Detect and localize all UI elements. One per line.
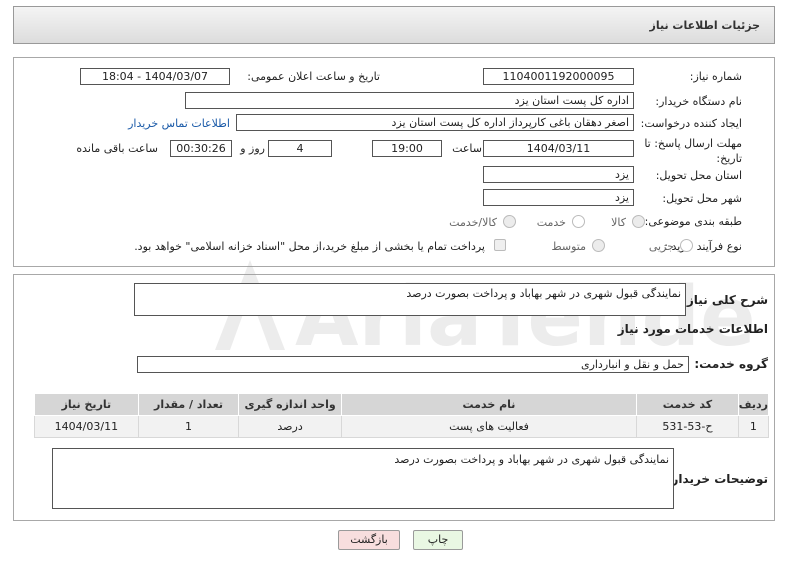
city-field: یزد [483,189,634,206]
contact-buyer-link[interactable]: اطلاعات تماس خریدار [128,117,230,130]
table-header-row: ردیف کد خدمت نام خدمت واحد اندازه گیری ت… [34,393,770,416]
buyer-org-label: نام دستگاه خریدار: [655,95,742,108]
need-number-label: شماره نیاز: [689,70,742,83]
announce-label: تاریخ و ساعت اعلان عمومی: [247,70,380,83]
col-service-name: نام خدمت [340,393,638,416]
days-label: روز و [240,142,265,155]
requester-field: اصغر دهقان باغی کارپرداز اداره کل پست اس… [236,114,634,131]
category-option-goods-service: کالا/خدمت [449,216,497,229]
col-unit: واحد اندازه گیری [238,393,342,416]
province-label: استان محل تحویل: [655,169,742,182]
cell-quantity: 1 [137,415,240,438]
cell-unit: درصد [238,415,342,438]
time-label: ساعت [452,142,482,155]
category-radio-goods-service[interactable] [503,215,516,228]
cell-row-number: 1 [737,415,770,438]
col-row-number: ردیف [737,393,770,416]
services-section-title: اطلاعات خدمات مورد نیاز [617,322,768,336]
col-need-date: تاریخ نیاز [34,393,139,416]
city-label: شهر محل تحویل: [662,192,742,205]
page-title: جزئیات اطلاعات نیاز [649,19,761,32]
buyer-org-field: اداره کل پست استان یزد [185,92,634,109]
deadline-time-field: 19:00 [372,140,442,157]
announce-field: 1404/03/07 - 18:04 [80,68,230,85]
back-button[interactable]: بازگشت [338,530,400,550]
description-label: شرح کلی نیاز: [682,293,768,307]
cell-service-code: ح-53-531 [636,415,739,438]
category-option-service: خدمت [536,216,566,229]
province-field: یزد [483,166,634,183]
service-group-field: حمل و نقل و انبارداری [137,356,689,373]
treasury-note: پرداخت تمام یا بخشی از مبلغ خرید،از محل … [134,240,485,253]
col-quantity: تعداد / مقدار [137,393,240,416]
process-label: نوع فرآیند خرید : [664,240,742,253]
print-button[interactable]: چاپ [413,530,463,550]
process-radio-medium[interactable] [592,239,605,252]
process-option-minor: جزیی [648,240,674,253]
services-table: ردیف کد خدمت نام خدمت واحد اندازه گیری ت… [34,393,770,438]
service-group-label: گروه خدمت: [694,357,768,371]
category-radio-goods[interactable] [632,215,645,228]
cell-service-name: فعالیت های پست [340,415,638,438]
process-option-medium: متوسط [551,240,586,253]
col-service-code: کد خدمت [636,393,739,416]
table-row: 1 ح-53-531 فعالیت های پست درصد 1 1404/03… [34,415,770,438]
category-option-goods: کالا [611,216,626,229]
requester-label: ایجاد کننده درخواست: [640,117,742,130]
category-label: طبقه بندی موضوعی: [644,215,742,228]
process-radio-minor[interactable] [680,239,693,252]
deadline-label: مهلت ارسال پاسخ: تا تاریخ: [644,137,742,165]
cell-need-date: 1404/03/11 [34,415,139,438]
description-field: نمایندگی قبول شهری در شهر بهاباد و پرداخ… [134,283,686,316]
category-radio-service[interactable] [572,215,585,228]
need-number-field: 1104001192000095 [483,68,634,85]
buyer-notes-field: نمایندگی قبول شهری در شهر بهاباد و پرداخ… [52,448,674,509]
page-header: جزئیات اطلاعات نیاز [13,6,775,44]
remaining-time-field: 00:30:26 [170,140,232,157]
deadline-date-field: 1404/03/11 [483,140,634,157]
buyer-notes-label: توضیحات خریدار: [666,472,768,486]
remaining-label: ساعت باقی مانده [76,142,158,155]
days-field: 4 [268,140,332,157]
treasury-checkbox[interactable] [494,239,506,251]
